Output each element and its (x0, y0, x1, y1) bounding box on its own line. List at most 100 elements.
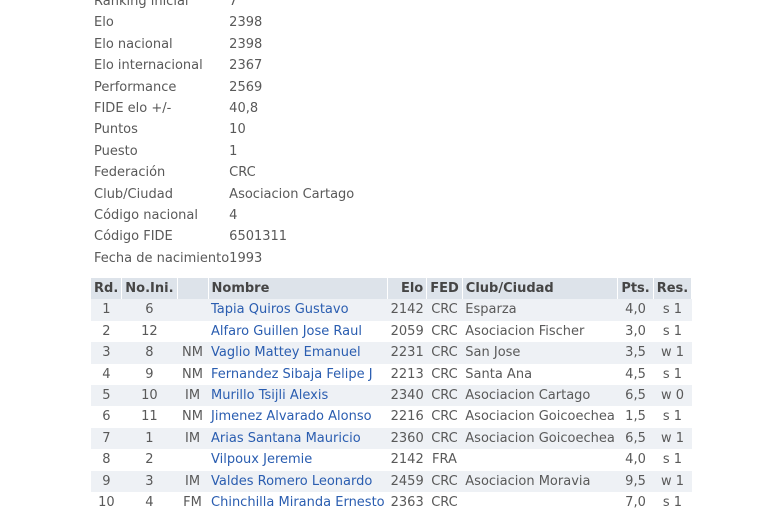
cell-elo: 2360 (390, 430, 424, 446)
header-federation[interactable]: FED (426, 278, 463, 300)
cell-federation: CRC (431, 323, 458, 339)
cell-name: Chinchilla Miranda Ernesto (208, 492, 388, 513)
cell-title (177, 321, 208, 342)
cell-name: Valdes Romero Leonardo (208, 471, 388, 492)
header-start-number[interactable]: No.Ini. (121, 278, 178, 300)
player-name-link[interactable]: Fernandez Sibaja Felipe J (211, 367, 373, 382)
cell-start-number: 11 (141, 409, 158, 425)
header-round[interactable]: Rd. (91, 278, 123, 300)
cell-title: FM (183, 495, 202, 511)
info-value: 10 (229, 122, 246, 138)
cell-points: 3,5 (625, 345, 646, 361)
table-row: 9 3 IM Valdes Romero Leonardo 2459 CRC Asociac… (91, 470, 692, 493)
cell-title (177, 449, 208, 470)
cell-start-number: 12 (141, 323, 158, 339)
cell-elo: 2231 (390, 345, 424, 361)
cell-start-number: 3 (145, 473, 154, 489)
cell-points: 9,5 (625, 473, 646, 489)
cell-title (177, 299, 208, 320)
cell-club: Esparza (465, 302, 517, 318)
header-points[interactable]: Pts. (617, 278, 654, 300)
cell-title: IM (184, 430, 201, 446)
table-row: 6 11 NM Jimenez Alvarado Alonso 2216 CRC Asoci… (91, 406, 692, 428)
info-value: CRC (229, 165, 256, 181)
header-result[interactable]: Res. (653, 278, 693, 300)
cell-federation: CRC (431, 302, 458, 318)
cell-round: 8 (102, 452, 111, 468)
cell-elo: 2142 (390, 302, 424, 318)
cell-federation: CRC (431, 366, 458, 382)
cell-result: s 1 (662, 452, 683, 468)
player-name-link[interactable]: Chinchilla Miranda Ernesto (211, 495, 385, 510)
info-value: 1993 (229, 250, 263, 266)
table-row: 4 9 NM Fernandez Sibaja Felipe J 2213 CRC Sant… (91, 363, 692, 386)
cell-start-number: 8 (145, 345, 154, 361)
cell-club: Asociacion Goicoechea (465, 430, 615, 446)
info-label: Código FIDE (94, 229, 173, 245)
table-row: 1 6 Tapia Quiros Gustavo 2142 CRC Esparza 4,0 s… (91, 299, 692, 321)
info-row: Código nacional 4 (94, 205, 354, 226)
info-label: Puntos (94, 122, 138, 138)
cell-points: 3,0 (625, 323, 646, 339)
info-value: 1 (229, 143, 238, 159)
info-label: Elo (94, 15, 114, 31)
cell-elo: 2142 (390, 452, 424, 468)
cell-federation: CRC (431, 345, 458, 361)
header-title[interactable] (177, 278, 209, 300)
cell-round: 4 (102, 366, 111, 382)
player-name-link[interactable]: Jimenez Alvarado Alonso (211, 409, 372, 424)
header-club[interactable]: Club/Ciudad (462, 278, 619, 300)
cell-name: Alfaro Guillen Jose Raul (208, 321, 388, 342)
player-name-link[interactable]: Vaglio Mattey Emanuel (211, 345, 361, 360)
info-row: Fecha de nacimiento 1993 (94, 248, 354, 269)
cell-club: San Jose (465, 345, 521, 361)
player-name-link[interactable]: Valdes Romero Leonardo (211, 474, 372, 489)
cell-federation: CRC (431, 409, 458, 425)
info-value: 2367 (229, 58, 263, 74)
info-value: 40,8 (229, 101, 259, 117)
cell-elo: 2059 (390, 323, 424, 339)
info-value: Asociacion Cartago (229, 186, 355, 202)
info-value: 2398 (229, 15, 263, 31)
cell-result: s 1 (662, 366, 683, 382)
cell-result: w 0 (660, 388, 685, 404)
info-row: Performance 2569 (94, 77, 354, 98)
info-label: FIDE elo +/- (94, 101, 172, 117)
player-name-link[interactable]: Vilpoux Jeremie (211, 452, 312, 467)
cell-round: 7 (102, 430, 111, 446)
info-row: Código FIDE 6501311 (94, 226, 354, 247)
cell-title: IM (184, 473, 201, 489)
cell-elo: 2363 (390, 495, 424, 511)
cell-round: 9 (102, 473, 111, 489)
cell-start-number: 9 (145, 366, 154, 382)
info-row: Elo internacional 2367 (94, 55, 354, 76)
info-label: Elo internacional (94, 58, 203, 74)
header-name[interactable]: Nombre (208, 278, 389, 300)
player-name-link[interactable]: Alfaro Guillen Jose Raul (211, 324, 362, 339)
cell-club: Asociacion Cartago (465, 388, 591, 404)
info-label: Federación (94, 165, 166, 181)
cell-title: IM (184, 388, 201, 404)
cell-name: Tapia Quiros Gustavo (208, 299, 388, 320)
cell-name: Arias Santana Mauricio (208, 428, 388, 449)
cell-start-number: 1 (145, 430, 154, 446)
info-row: Ranking inicial 7 (94, 0, 354, 12)
cell-name: Fernandez Sibaja Felipe J (208, 364, 388, 385)
cell-federation: CRC (431, 388, 458, 404)
info-row: Puntos 10 (94, 119, 354, 140)
table-row: 2 12 Alfaro Guillen Jose Raul 2059 CRC Asocia… (91, 320, 692, 343)
info-row: Elo 2398 (94, 12, 354, 33)
cell-points: 1,5 (625, 409, 646, 425)
games-header-row: Rd. No.Ini. Nombre Elo FED Club/Ciudad P… (91, 278, 693, 300)
cell-elo: 2340 (390, 388, 424, 404)
cell-points: 6,5 (625, 430, 646, 446)
player-name-link[interactable]: Murillo Tsijli Alexis (211, 388, 328, 403)
cell-start-number: 10 (141, 388, 158, 404)
table-row: 3 8 NM Vaglio Mattey Emanuel 2231 CRC San Jose… (91, 342, 692, 364)
player-name-link[interactable]: Arias Santana Mauricio (211, 431, 361, 446)
cell-result: w 1 (660, 473, 685, 489)
info-row: Club/Ciudad Asociacion Cartago (94, 184, 354, 205)
header-elo[interactable]: Elo (387, 278, 428, 300)
player-name-link[interactable]: Tapia Quiros Gustavo (211, 302, 349, 317)
table-row: 10 4 FM Chinchilla Miranda Ernesto 2363 CRC 7,… (91, 492, 692, 513)
